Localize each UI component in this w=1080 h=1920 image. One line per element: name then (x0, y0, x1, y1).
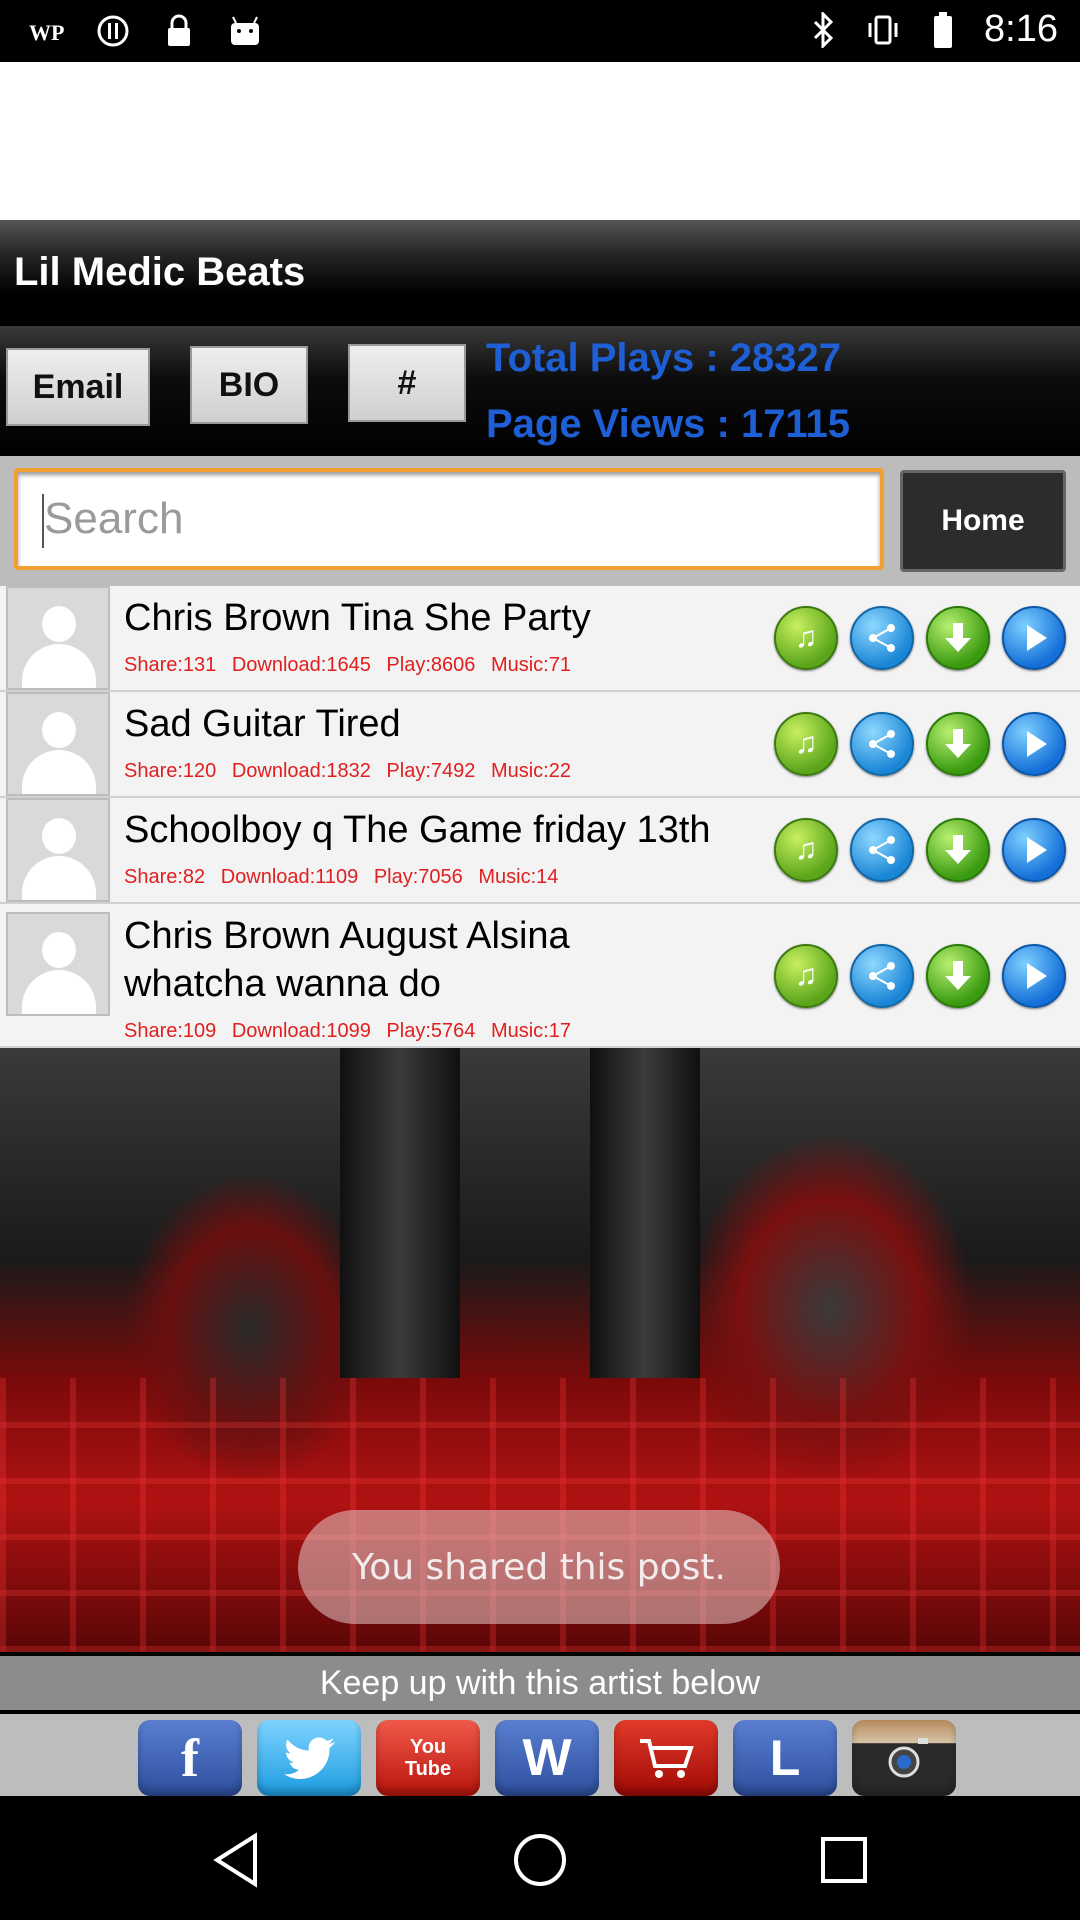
download-icon[interactable] (926, 606, 990, 670)
list-item[interactable]: Chris Brown August Alsina whatcha wanna … (0, 904, 1080, 1048)
music-count: Music:22 (490, 760, 571, 782)
email-button[interactable]: Email (6, 348, 150, 426)
instagram-icon[interactable] (852, 1720, 956, 1796)
music-count: Music:17 (490, 1020, 571, 1042)
share-icon[interactable] (850, 712, 914, 776)
status-bar: WP 8:16 (0, 0, 1080, 62)
page-views: Page Views : 17115 (486, 402, 850, 446)
wp-icon: WP (28, 12, 66, 50)
song-title: Chris Brown August Alsina whatcha wanna … (124, 915, 570, 1005)
home-button[interactable]: Home (900, 470, 1066, 572)
battery-icon (924, 11, 962, 49)
wordpress-icon[interactable]: W (495, 1720, 599, 1796)
avatar (6, 586, 110, 690)
search-field[interactable] (14, 468, 884, 570)
avatar (6, 912, 110, 1016)
bluetooth-icon (804, 11, 842, 49)
list-item[interactable]: Schoolboy q The Game friday 13th Share:8… (0, 798, 1080, 904)
youtube-label-bottom: Tube (404, 1758, 452, 1780)
share-count: Share:131 (124, 654, 217, 676)
play-icon[interactable] (1002, 944, 1066, 1008)
artist-toolbar: Email BIO # Total Plays : 28327 Page Vie… (0, 326, 1080, 456)
song-title: Schoolboy q The Game friday 13th (124, 809, 711, 851)
alert-icon (94, 12, 132, 50)
system-nav-bar (0, 1796, 1080, 1920)
song-title: Sad Guitar Tired (124, 703, 401, 745)
song-stats: Share:82 Download:1109 Play:7056 Music:1… (124, 866, 568, 889)
youtube-icon[interactable]: You Tube (376, 1720, 480, 1796)
social-links: f You Tube W L (0, 1710, 1080, 1796)
share-icon[interactable] (850, 606, 914, 670)
app-root: WP 8:16 Lil Medic Beats Email BIO # Tota… (0, 0, 1080, 1920)
lock-icon (160, 12, 198, 50)
hashtag-button[interactable]: # (348, 344, 466, 422)
download-icon[interactable] (926, 944, 990, 1008)
play-count: Play:7056 (373, 866, 463, 888)
text-caret (42, 494, 44, 548)
svg-text:WP: WP (29, 20, 64, 45)
page-title: Lil Medic Beats (14, 250, 306, 294)
song-stats: Share:131 Download:1645 Play:8606 Music:… (124, 654, 581, 677)
bio-button[interactable]: BIO (190, 346, 308, 424)
share-icon[interactable] (850, 944, 914, 1008)
search-input[interactable] (18, 472, 880, 566)
toast-message: You shared this post. (298, 1510, 780, 1624)
music-count: Music:14 (478, 866, 559, 888)
back-icon[interactable] (206, 1830, 266, 1890)
download-count: Download:1832 (231, 760, 371, 782)
download-icon[interactable] (926, 712, 990, 776)
play-count: Play:7492 (386, 760, 476, 782)
share-icon[interactable] (850, 818, 914, 882)
share-count: Share:109 (124, 1020, 217, 1042)
status-time: 8:16 (984, 8, 1058, 50)
list-item[interactable]: Sad Guitar Tired Share:120 Download:1832… (0, 692, 1080, 798)
recents-icon[interactable] (814, 1830, 874, 1890)
home-icon[interactable] (510, 1830, 570, 1890)
vibrate-icon (864, 11, 902, 49)
list-item[interactable]: Chris Brown Tina She Party Share:131 Dow… (0, 586, 1080, 692)
song-stats: Share:120 Download:1832 Play:7492 Music:… (124, 760, 581, 783)
download-count: Download:1645 (231, 654, 371, 676)
play-count: Play:8606 (386, 654, 476, 676)
download-count: Download:1109 (220, 866, 359, 888)
music-note-icon[interactable]: ♫ (774, 606, 838, 670)
share-count: Share:82 (124, 866, 206, 888)
play-icon[interactable] (1002, 818, 1066, 882)
android-icon (226, 12, 264, 50)
total-plays: Total Plays : 28327 (486, 336, 841, 380)
song-stats: Share:109 Download:1099 Play:5764 Music:… (124, 1020, 581, 1043)
title-bar: Lil Medic Beats (0, 220, 1080, 326)
follow-caption: Keep up with this artist below (0, 1652, 1080, 1710)
l-link-icon[interactable]: L (733, 1720, 837, 1796)
song-list: Chris Brown Tina She Party Share:131 Dow… (0, 586, 1080, 1048)
song-title: Chris Brown Tina She Party (124, 597, 591, 639)
share-count: Share:120 (124, 760, 217, 782)
music-note-icon[interactable]: ♫ (774, 818, 838, 882)
download-icon[interactable] (926, 818, 990, 882)
cart-icon[interactable] (614, 1720, 718, 1796)
search-bar: Home (0, 456, 1080, 586)
youtube-label-top: You (409, 1736, 447, 1758)
avatar (6, 692, 110, 796)
play-icon[interactable] (1002, 606, 1066, 670)
play-count: Play:5764 (386, 1020, 476, 1042)
download-count: Download:1099 (231, 1020, 371, 1042)
avatar (6, 798, 110, 902)
music-count: Music:71 (490, 654, 571, 676)
facebook-icon[interactable]: f (138, 1720, 242, 1796)
music-note-icon[interactable]: ♫ (774, 712, 838, 776)
twitter-icon[interactable] (257, 1720, 361, 1796)
ad-banner[interactable] (0, 62, 1080, 220)
play-icon[interactable] (1002, 712, 1066, 776)
music-note-icon[interactable]: ♫ (774, 944, 838, 1008)
